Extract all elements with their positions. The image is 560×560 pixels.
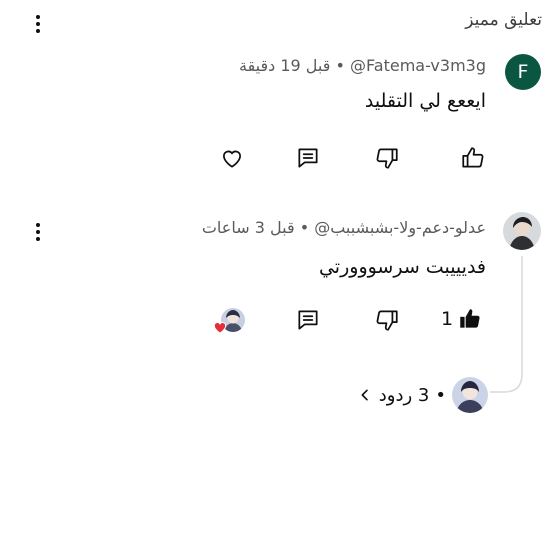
like-button[interactable]: 1 [441,306,483,332]
meta-separator: • [299,218,310,237]
comment-handle[interactable]: @عدلو-دعم-ولا-بشبشببب [314,218,486,237]
profile-photo-icon [503,212,541,250]
replies-separator: • [435,384,446,406]
creator-heart-badge[interactable] [212,307,246,337]
heart-icon [223,150,241,168]
featured-comment-label: تعليق مميز [465,10,542,30]
comment-meta: @Fatema-v3m3g • قبل 19 دقيقة [239,56,486,75]
comment-time[interactable]: قبل 19 دقيقة [239,56,330,75]
like-count: 1 [441,308,454,330]
comment-time[interactable]: قبل 3 ساعات [202,218,295,237]
reply-button[interactable] [292,304,324,336]
reply-button[interactable] [292,142,324,174]
chevron-right-icon [361,389,368,401]
reply-icon [298,148,318,168]
dislike-icon [376,310,398,331]
dislike-button[interactable] [371,304,403,336]
heart-icon [213,322,227,334]
dislike-button[interactable] [371,142,403,174]
comment-meta: @عدلو-دعم-ولا-بشبشببب • قبل 3 ساعات [202,218,486,237]
heart-button[interactable] [216,142,248,174]
profile-photo-icon [452,377,488,413]
reply-avatar [452,377,488,413]
thread-line [490,256,523,393]
comment-handle[interactable]: @Fatema-v3m3g [350,56,486,75]
avatar[interactable] [503,212,541,250]
replies-count-label: 3 ردود [378,384,430,406]
more-vert-icon[interactable] [31,15,45,33]
meta-separator: • [335,56,345,75]
comment-text: فديييبت سرسووورتي [318,256,486,278]
dislike-icon [376,148,398,169]
replies-button[interactable]: • 3 ردود [357,377,488,413]
like-icon [462,147,484,168]
like-button[interactable] [457,142,489,174]
reply-icon [298,310,318,330]
comment-text: ايععع لي التقليد [364,90,486,112]
avatar[interactable]: F [505,54,541,90]
more-vert-icon[interactable] [31,223,45,241]
like-filled-icon [460,309,480,328]
